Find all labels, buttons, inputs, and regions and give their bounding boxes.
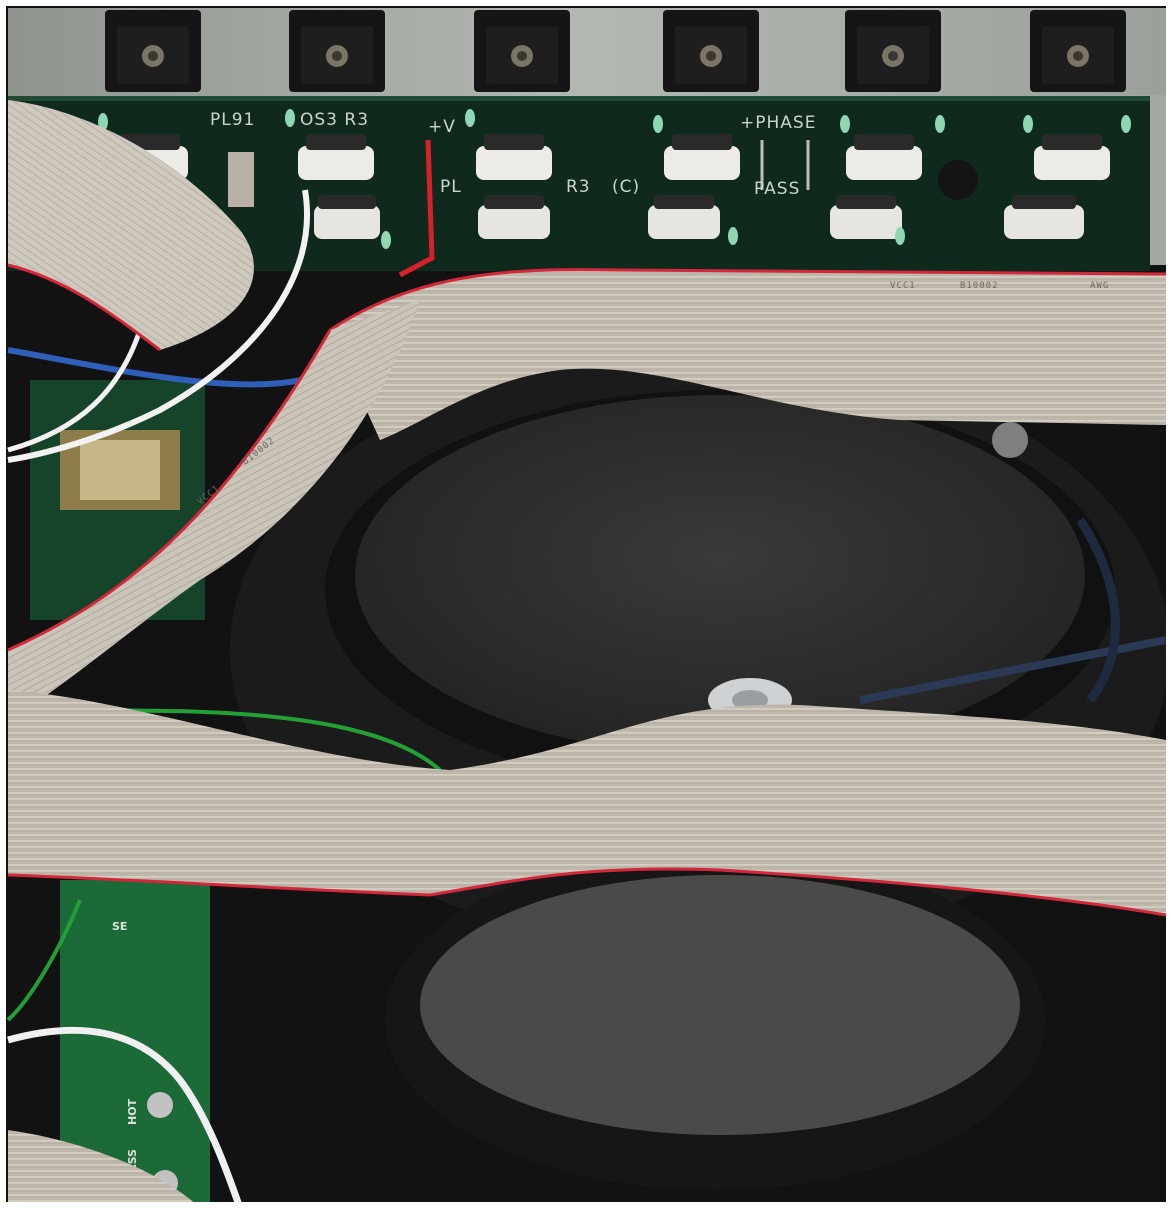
pcb-label-pl91: PL91 [210, 110, 255, 130]
led-icon [653, 115, 663, 133]
led-icon [840, 115, 850, 133]
ceramic-resistor-icon [314, 195, 380, 239]
ceramic-resistor-icon [648, 195, 720, 239]
pcb-label-hot: HOT [126, 1098, 139, 1125]
ceramic-resistor-icon [846, 134, 922, 180]
ceramic-resistor-icon [664, 134, 740, 180]
cable-print-b10002: B10002 [960, 281, 999, 291]
ceramic-resistor-icon [1004, 195, 1084, 239]
pcb-label-pl: PL [440, 177, 462, 197]
ceramic-resistor-icon [478, 195, 550, 239]
transistor-to220-icon [663, 10, 759, 92]
transistor-to220-icon [289, 10, 385, 92]
ceramic-resistor-icon [298, 134, 374, 180]
screw-icon [147, 1092, 173, 1118]
screw-icon [992, 422, 1028, 458]
pcb-label-c: (C) [612, 177, 640, 197]
amplifier-interior-photo: PL91 OS3 R3 +V +PHASE PL R3 (C) PASS SE … [0, 0, 1172, 1208]
ceramic-resistor-icon [830, 195, 902, 239]
led-icon [465, 109, 475, 127]
ceramic-resistor-icon [476, 134, 552, 180]
pcb-label-se: SE [112, 920, 127, 933]
transistor-to220-icon [845, 10, 941, 92]
trimmer [228, 152, 254, 207]
led-icon [381, 231, 391, 249]
pcb-label-supply: +V [428, 117, 456, 137]
capacitor [938, 160, 978, 200]
led-icon [285, 109, 295, 127]
pcb-label-r3: R3 [566, 177, 591, 197]
led-icon [895, 227, 905, 245]
small-transformer-core [80, 440, 160, 500]
pcb-label-os3-r3: OS3 R3 [300, 110, 369, 130]
pcb-label-pass: PASS [754, 179, 800, 199]
pcb-edge [8, 96, 1150, 101]
cable-print-vcc1: VCC1 [890, 281, 916, 291]
led-icon [1023, 115, 1033, 133]
cable-print-awg: AWG [1090, 281, 1109, 291]
led-icon [728, 227, 738, 245]
pcb-label-phase: +PHASE [740, 113, 816, 133]
ceramic-resistor-icon [1034, 134, 1110, 180]
transistor-to220-icon [1030, 10, 1126, 92]
toroid-lower-pad [420, 875, 1020, 1135]
transistor-to220-icon [105, 10, 201, 92]
led-icon [1121, 115, 1131, 133]
led-icon [935, 115, 945, 133]
transistor-to220-icon [474, 10, 570, 92]
